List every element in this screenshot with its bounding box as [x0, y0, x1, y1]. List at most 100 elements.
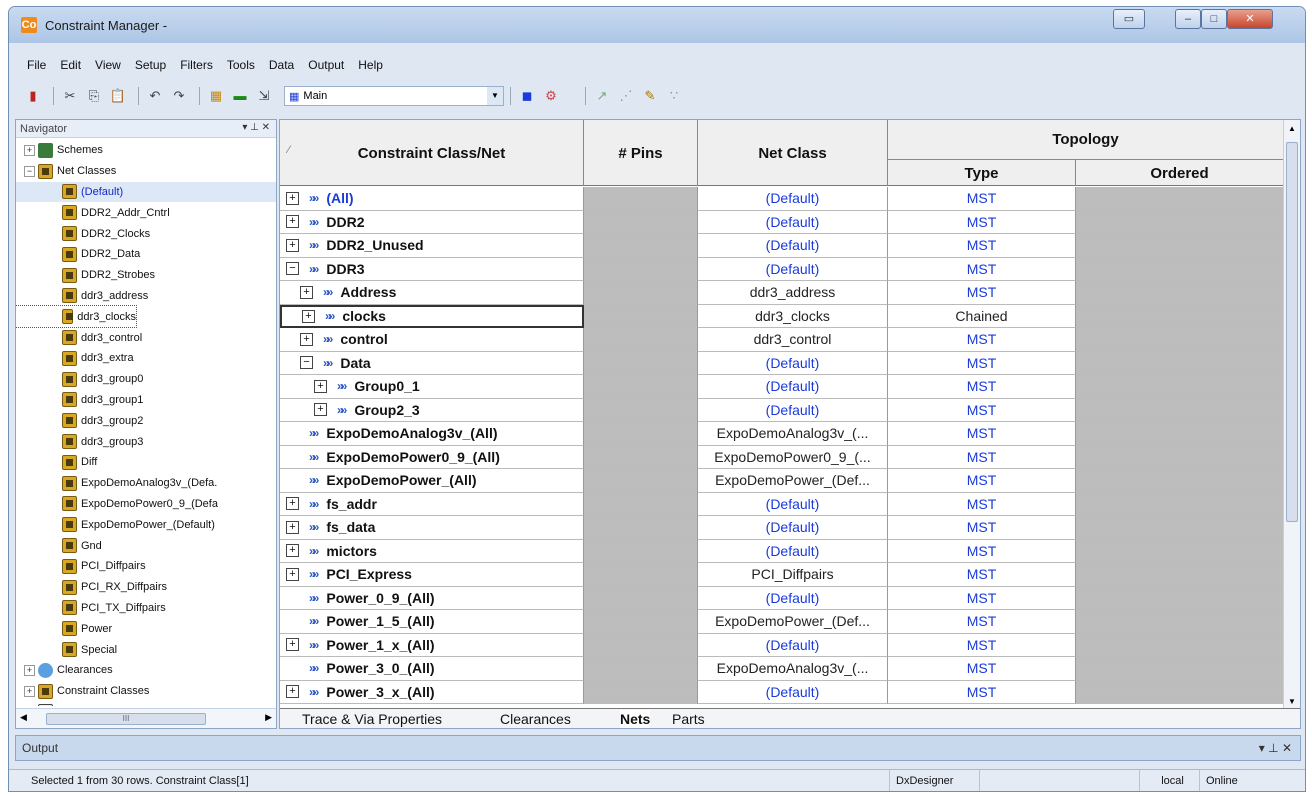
cell-ordered[interactable]: [1076, 563, 1284, 587]
expand-icon[interactable]: +: [286, 638, 299, 652]
cell-topology-type[interactable]: MST: [888, 563, 1076, 587]
cell-net-class[interactable]: ddr3_clocks: [698, 304, 888, 328]
cell-pins[interactable]: [584, 281, 698, 305]
cut-icon[interactable]: ✂: [60, 87, 80, 105]
navigator-item[interactable]: DDR2_Addr_Cntrl: [16, 202, 276, 223]
expand-icon[interactable]: +: [314, 379, 327, 393]
cell-topology-type[interactable]: MST: [888, 234, 1076, 258]
stack-icon[interactable]: ▦: [206, 87, 226, 105]
tab-clearances[interactable]: Clearances: [500, 710, 571, 728]
navigator-item[interactable]: +Parts: [16, 702, 276, 706]
cell-net-class[interactable]: (Default): [698, 210, 888, 234]
cell-topology-type[interactable]: MST: [888, 445, 1076, 469]
cell-class-net[interactable]: »» ExpoDemoPower0_9_(All): [280, 445, 584, 469]
table-row[interactable]: »» Power_3_0_(All) ExpoDemoAnalog3v_(... MS…: [280, 657, 1284, 681]
cell-pins[interactable]: [584, 610, 698, 634]
cell-pins[interactable]: [584, 328, 698, 352]
table-row[interactable]: »» ExpoDemoAnalog3v_(All) ExpoDemoAnalog3v…: [280, 422, 1284, 446]
cell-ordered[interactable]: [1076, 610, 1284, 634]
cell-topology-type[interactable]: MST: [888, 586, 1076, 610]
cell-ordered[interactable]: [1076, 469, 1284, 493]
expand-icon[interactable]: +: [286, 544, 299, 558]
copy-icon[interactable]: ⎘: [84, 87, 104, 105]
grid-vscrollbar[interactable]: ▲ ▼: [1283, 120, 1300, 710]
navigator-item[interactable]: PCI_Diffpairs: [16, 556, 276, 577]
table-row[interactable]: + »» PCI_Express PCI_Diffpairs MST: [280, 563, 1284, 587]
table-row[interactable]: »» ExpoDemoPower_(All) ExpoDemoPower_(Def.…: [280, 469, 1284, 493]
navigator-item[interactable]: ExpoDemoAnalog3v_(Defa.: [16, 473, 276, 494]
cell-topology-type[interactable]: MST: [888, 469, 1076, 493]
table-row[interactable]: −»» Data (Default) MST: [280, 351, 1284, 375]
table-row[interactable]: + »» Group0_1 (Default) MST: [280, 375, 1284, 399]
navigator-item[interactable]: Diff: [16, 452, 276, 473]
cell-topology-type[interactable]: MST: [888, 516, 1076, 540]
cell-ordered[interactable]: [1076, 375, 1284, 399]
cell-topology-type[interactable]: MST: [888, 657, 1076, 681]
table-row[interactable]: + »» Address ddr3_address MST: [280, 281, 1284, 305]
cell-ordered[interactable]: [1076, 492, 1284, 516]
cell-topology-type[interactable]: MST: [888, 375, 1076, 399]
scroll-down-icon[interactable]: ▼: [1288, 697, 1296, 706]
collapse-icon[interactable]: −: [24, 165, 35, 177]
cell-topology-type[interactable]: MST: [888, 539, 1076, 563]
cell-pins[interactable]: [584, 563, 698, 587]
cell-net-class[interactable]: (Default): [698, 234, 888, 258]
header-constraint-class[interactable]: ⁄ Constraint Class/Net: [280, 120, 584, 186]
navigator-item[interactable]: ddr3_group3: [16, 431, 276, 452]
cell-pins[interactable]: [584, 516, 698, 540]
restore-icon[interactable]: ▭: [1113, 9, 1145, 29]
navigator-item[interactable]: ddr3_group1: [16, 390, 276, 411]
navigator-item[interactable]: ddr3_group0: [16, 369, 276, 390]
cell-pins[interactable]: [584, 210, 698, 234]
cell-topology-type[interactable]: Chained: [888, 304, 1076, 328]
expand-icon[interactable]: +: [286, 520, 299, 534]
menu-setup[interactable]: Setup: [135, 58, 166, 72]
menu-output[interactable]: Output: [308, 58, 344, 72]
cell-topology-type[interactable]: MST: [888, 281, 1076, 305]
cell-net-class[interactable]: ddr3_address: [698, 281, 888, 305]
expand-icon[interactable]: +: [24, 685, 35, 697]
cell-class-net[interactable]: + »» mictors: [280, 539, 584, 563]
menu-data[interactable]: Data: [269, 58, 294, 72]
cell-net-class[interactable]: (Default): [698, 187, 888, 211]
cell-ordered[interactable]: [1076, 422, 1284, 446]
navigator-item[interactable]: DDR2_Strobes: [16, 265, 276, 286]
table-row[interactable]: + »» (All) (Default) MST: [280, 187, 1284, 211]
menu-file[interactable]: File: [27, 58, 46, 72]
cell-pins[interactable]: [584, 445, 698, 469]
navigator-item[interactable]: + Clearances: [16, 660, 276, 681]
cell-ordered[interactable]: [1076, 281, 1284, 305]
edit-icon[interactable]: ✎: [640, 87, 660, 105]
scroll-right-icon[interactable]: ▶: [265, 712, 272, 723]
cell-ordered[interactable]: [1076, 187, 1284, 211]
cell-ordered[interactable]: [1076, 539, 1284, 563]
scroll-thumb[interactable]: [1286, 142, 1298, 522]
cell-net-class[interactable]: ExpoDemoPower_(Def...: [698, 610, 888, 634]
cell-ordered[interactable]: [1076, 516, 1284, 540]
paste-icon[interactable]: 📋: [108, 87, 128, 105]
route-icon[interactable]: ↗: [592, 87, 612, 105]
expand-icon[interactable]: +: [286, 215, 299, 229]
table-row[interactable]: −»» DDR3 (Default) MST: [280, 257, 1284, 281]
cell-topology-type[interactable]: MST: [888, 422, 1076, 446]
expand-icon[interactable]: +: [24, 144, 35, 156]
navigator-item[interactable]: − Net Classes: [16, 161, 276, 182]
cell-class-net[interactable]: + »» Address: [280, 281, 584, 305]
cell-net-class[interactable]: (Default): [698, 539, 888, 563]
table-row[interactable]: + »» fs_data (Default) MST: [280, 516, 1284, 540]
chevron-down-icon[interactable]: ▼: [487, 87, 503, 105]
scroll-thumb[interactable]: III: [46, 713, 206, 725]
table-row[interactable]: »» ExpoDemoPower0_9_(All) ExpoDemoPower0_9…: [280, 445, 1284, 469]
pin-close-icon[interactable]: ▾ ⊥ ✕: [1259, 741, 1292, 755]
cell-topology-type[interactable]: MST: [888, 187, 1076, 211]
navigator-item[interactable]: ddr3_address: [16, 286, 276, 307]
cell-pins[interactable]: [584, 539, 698, 563]
close-button[interactable]: ✕: [1227, 9, 1273, 29]
cell-net-class[interactable]: (Default): [698, 375, 888, 399]
table-row[interactable]: »» Power_0_9_(All) (Default) MST: [280, 586, 1284, 610]
cell-pins[interactable]: [584, 469, 698, 493]
cell-class-net[interactable]: + »» Group2_3: [280, 398, 584, 422]
cell-class-net[interactable]: + »» DDR2: [280, 210, 584, 234]
menu-filters[interactable]: Filters: [180, 58, 213, 72]
navigator-item[interactable]: PCI_RX_Diffpairs: [16, 577, 276, 598]
